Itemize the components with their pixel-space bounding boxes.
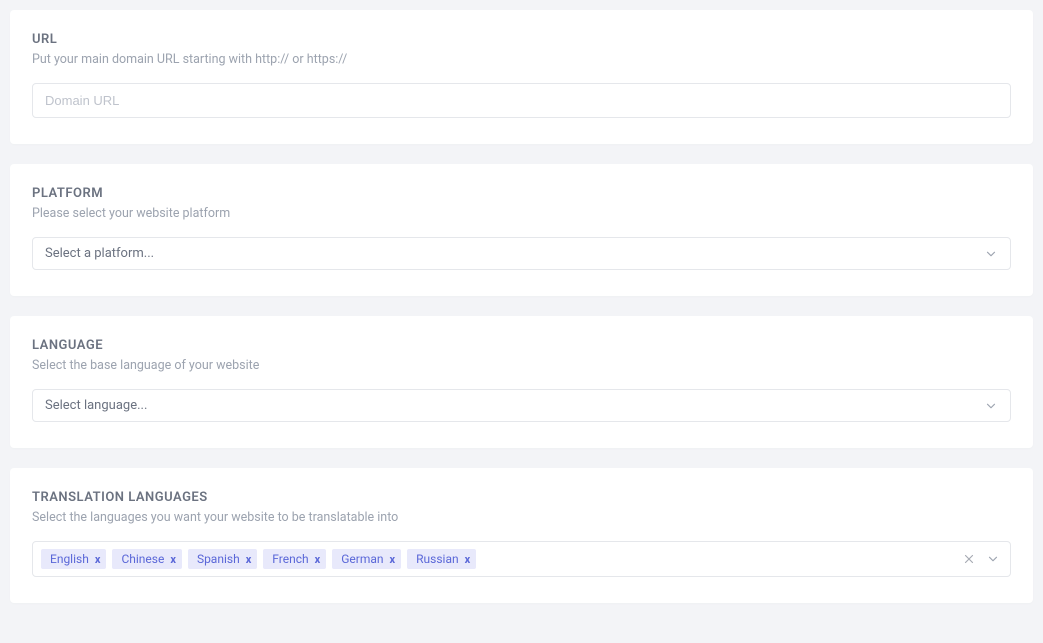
- chevron-down-icon[interactable]: [986, 552, 1000, 566]
- language-tag: Germanx: [332, 549, 401, 569]
- language-tag: English x: [41, 549, 106, 569]
- url-card: URL Put your main domain URL starting wi…: [10, 10, 1033, 144]
- language-tag-label: German: [341, 552, 383, 566]
- translation-languages-card: TRANSLATION LANGUAGES Select the languag…: [10, 468, 1033, 603]
- language-tag: Frenchx: [263, 549, 326, 569]
- language-subtitle: Select the base language of your website: [32, 358, 1011, 373]
- clear-all-icon[interactable]: [962, 552, 976, 566]
- multi-select-controls: [962, 552, 1002, 566]
- language-tag: Chinese x: [112, 549, 182, 569]
- language-select-value: Select language...: [45, 398, 147, 413]
- translation-title: TRANSLATION LANGUAGES: [32, 490, 1011, 505]
- platform-subtitle: Please select your website platform: [32, 206, 1011, 221]
- language-card: LANGUAGE Select the base language of you…: [10, 316, 1033, 448]
- language-tag-label: Chinese: [121, 552, 164, 566]
- remove-tag-icon[interactable]: x: [465, 554, 471, 565]
- chevron-down-icon: [984, 399, 998, 413]
- remove-tag-icon[interactable]: x: [390, 554, 396, 565]
- language-tag: Spanish x: [188, 549, 257, 569]
- language-tag-label: English: [50, 552, 89, 566]
- translation-subtitle: Select the languages you want your websi…: [32, 510, 1011, 525]
- url-title: URL: [32, 32, 1011, 47]
- translation-languages-select[interactable]: EnglishxChinesexSpanishxFrenchxGermanxRu…: [32, 541, 1011, 577]
- language-title: LANGUAGE: [32, 338, 1011, 353]
- platform-select-value: Select a platform...: [45, 246, 154, 261]
- language-tag-label: Spanish: [197, 552, 240, 566]
- platform-select[interactable]: Select a platform...: [32, 237, 1011, 270]
- platform-title: PLATFORM: [32, 186, 1011, 201]
- language-tag-label: Russian: [416, 552, 458, 566]
- remove-tag-icon[interactable]: x: [246, 554, 252, 565]
- language-tag: Russian x: [407, 549, 476, 569]
- remove-tag-icon[interactable]: x: [170, 554, 176, 565]
- chevron-down-icon: [984, 247, 998, 261]
- remove-tag-icon[interactable]: x: [315, 554, 321, 565]
- remove-tag-icon[interactable]: x: [95, 554, 101, 565]
- form-page: URL Put your main domain URL starting wi…: [0, 0, 1043, 643]
- url-subtitle: Put your main domain URL starting with h…: [32, 52, 1011, 67]
- platform-card: PLATFORM Please select your website plat…: [10, 164, 1033, 296]
- language-tag-label: French: [272, 552, 308, 566]
- domain-url-input[interactable]: [32, 83, 1011, 118]
- language-select[interactable]: Select language...: [32, 389, 1011, 422]
